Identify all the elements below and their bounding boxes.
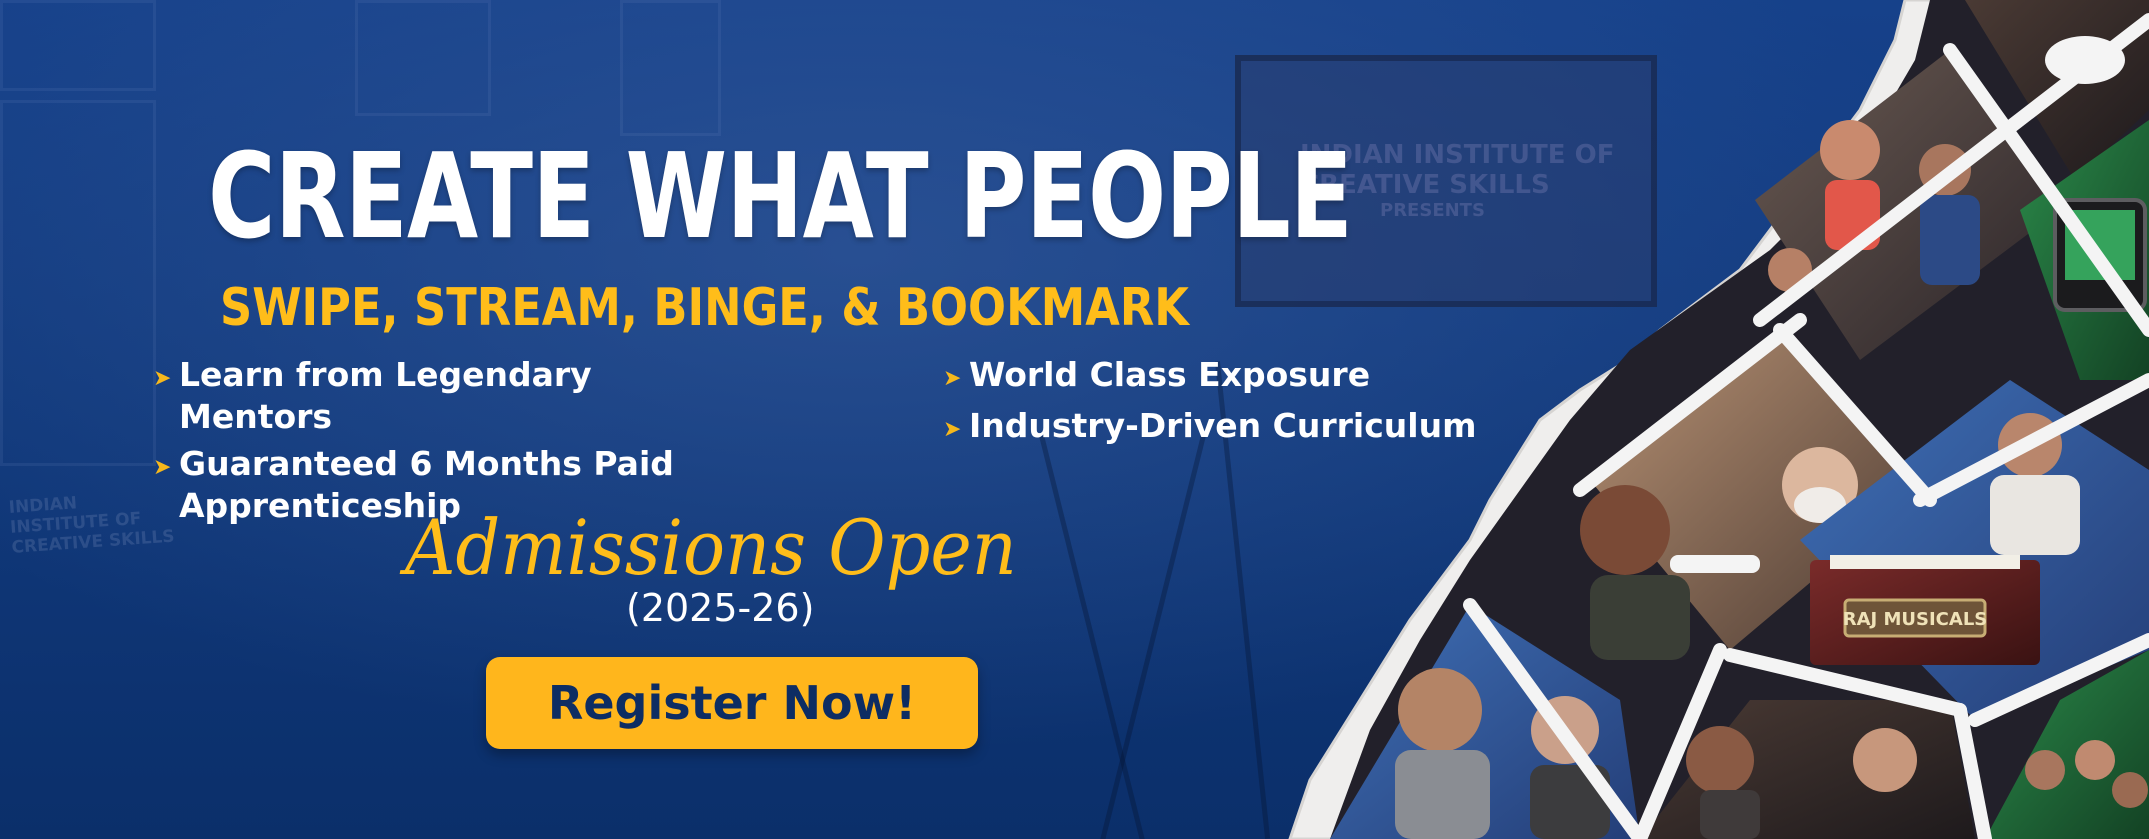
photo-tile-mentor-session	[1330, 605, 1640, 839]
bg-tripod	[1039, 435, 1146, 839]
feature-text: World Class Exposure	[969, 355, 1371, 394]
photo-tile-harmonium: RAJ MUSICALS	[1800, 380, 2149, 720]
photo-tile-group-discussion	[1755, 50, 2060, 360]
bg-tripod	[1099, 435, 1206, 839]
subheadline: SWIPE, STREAM, BINGE, & BOOKMARK	[220, 278, 1189, 338]
arrow-right-icon: ➤	[153, 455, 172, 480]
photo-tile-makeup-artist	[1580, 330, 1920, 660]
bg-frame	[0, 100, 156, 466]
bg-frame	[355, 0, 491, 116]
feature-item: ➤ World Class Exposure	[943, 354, 1529, 400]
bg-frame	[620, 0, 721, 136]
feature-item: ➤ Learn from Legendary Mentors	[153, 354, 739, 438]
admissions-year: (2025-26)	[626, 586, 815, 630]
feature-item: ➤ Industry-Driven Curriculum	[943, 405, 1529, 451]
bg-screen-subtitle: PRESENTS	[1380, 200, 1485, 221]
photo-tile-audience	[1985, 650, 2149, 839]
feature-list-right: ➤ World Class Exposure ➤ Industry-Driven…	[943, 354, 1529, 456]
arrow-right-icon: ➤	[153, 366, 172, 391]
feature-text: Industry-Driven Curriculum	[969, 406, 1477, 445]
photo-tile-prosthetics	[1640, 700, 1975, 839]
register-now-button[interactable]: Register Now!	[486, 657, 978, 749]
headline: CREATE WHAT PEOPLE	[208, 127, 1353, 265]
arrow-right-icon: ➤	[943, 366, 962, 391]
feature-text: Learn from Legendary Mentors	[179, 355, 592, 436]
photo-tile-gloved-hand	[1965, 0, 2149, 180]
arrow-right-icon: ➤	[943, 417, 962, 442]
bg-frame	[0, 0, 156, 91]
hero-banner: INDIAN INSTITUTE OF CREATIVE SKILLS PRES…	[0, 0, 2149, 839]
harmonium-label: RAJ MUSICALS	[1843, 609, 1988, 630]
photo-tile-green-screen	[2020, 120, 2149, 380]
admissions-open-title: Admissions Open	[405, 503, 1017, 592]
